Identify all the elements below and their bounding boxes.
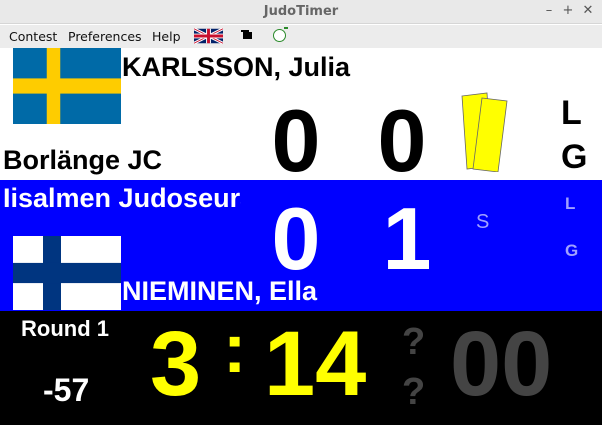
menu-contest[interactable]: Contest [9, 29, 57, 44]
minimize-button[interactable]: – [541, 3, 557, 19]
clock-separator: : [223, 309, 247, 387]
menu-bar: Contest Preferences Help [0, 25, 602, 48]
clock-minutes[interactable]: 3 [150, 318, 201, 410]
close-button[interactable]: ✕ [580, 3, 596, 19]
maximize-button[interactable]: + [560, 3, 576, 19]
round-label: Round 1 [21, 316, 109, 341]
white-penalty-top[interactable]: L [561, 96, 582, 130]
weight-class: -57 [43, 372, 90, 408]
osaekomi-mark-top: ? [402, 321, 426, 363]
blue-score-left[interactable]: 0 [266, 195, 326, 283]
blue-penalty-bottom[interactable]: G [565, 241, 578, 261]
white-penalty-bottom[interactable]: G [561, 140, 587, 174]
blue-shido-indicator[interactable]: S [476, 211, 489, 234]
blue-competitor-club: Iisalmen Judoseura [3, 183, 241, 213]
white-competitor-name: KARLSSON, Julia [122, 52, 351, 82]
sweden-flag-icon [13, 48, 121, 124]
osaekomi-time[interactable]: 00 [450, 318, 552, 410]
menu-help[interactable]: Help [152, 29, 181, 44]
green-circle-icon-tick [284, 27, 288, 29]
window-title: JudoTimer [263, 4, 339, 19]
white-competitor-panel: KARLSSON, Julia Borlänge JC 0 0 L G [0, 48, 602, 185]
white-score-left[interactable]: 0 [266, 97, 326, 185]
title-bar[interactable]: JudoTimer – + ✕ [0, 0, 602, 24]
blue-penalty-top[interactable]: L [565, 194, 575, 214]
blue-competitor-panel: Iisalmen Judoseura NIEMINEN, Ella 0 1 S … [0, 180, 602, 311]
white-competitor-club: Borlänge JC [3, 145, 163, 175]
clock-panel: Round 1 -57 3 : 14 ? ? 00 [0, 311, 602, 425]
menu-preferences[interactable]: Preferences [68, 29, 142, 44]
green-circle-icon[interactable] [273, 29, 286, 42]
judotimer-window: JudoTimer – + ✕ Contest Preferences Help… [0, 0, 602, 425]
osaekomi-mark-bottom: ? [402, 371, 426, 413]
blue-score-right[interactable]: 1 [377, 195, 437, 283]
uk-flag-icon[interactable] [194, 28, 223, 44]
clock-seconds[interactable]: 14 [264, 318, 366, 410]
yellow-card-icon[interactable] [458, 92, 514, 172]
black-rectangle-icon[interactable] [243, 32, 252, 39]
finland-flag-icon [13, 236, 121, 310]
white-score-right[interactable]: 0 [372, 97, 432, 185]
